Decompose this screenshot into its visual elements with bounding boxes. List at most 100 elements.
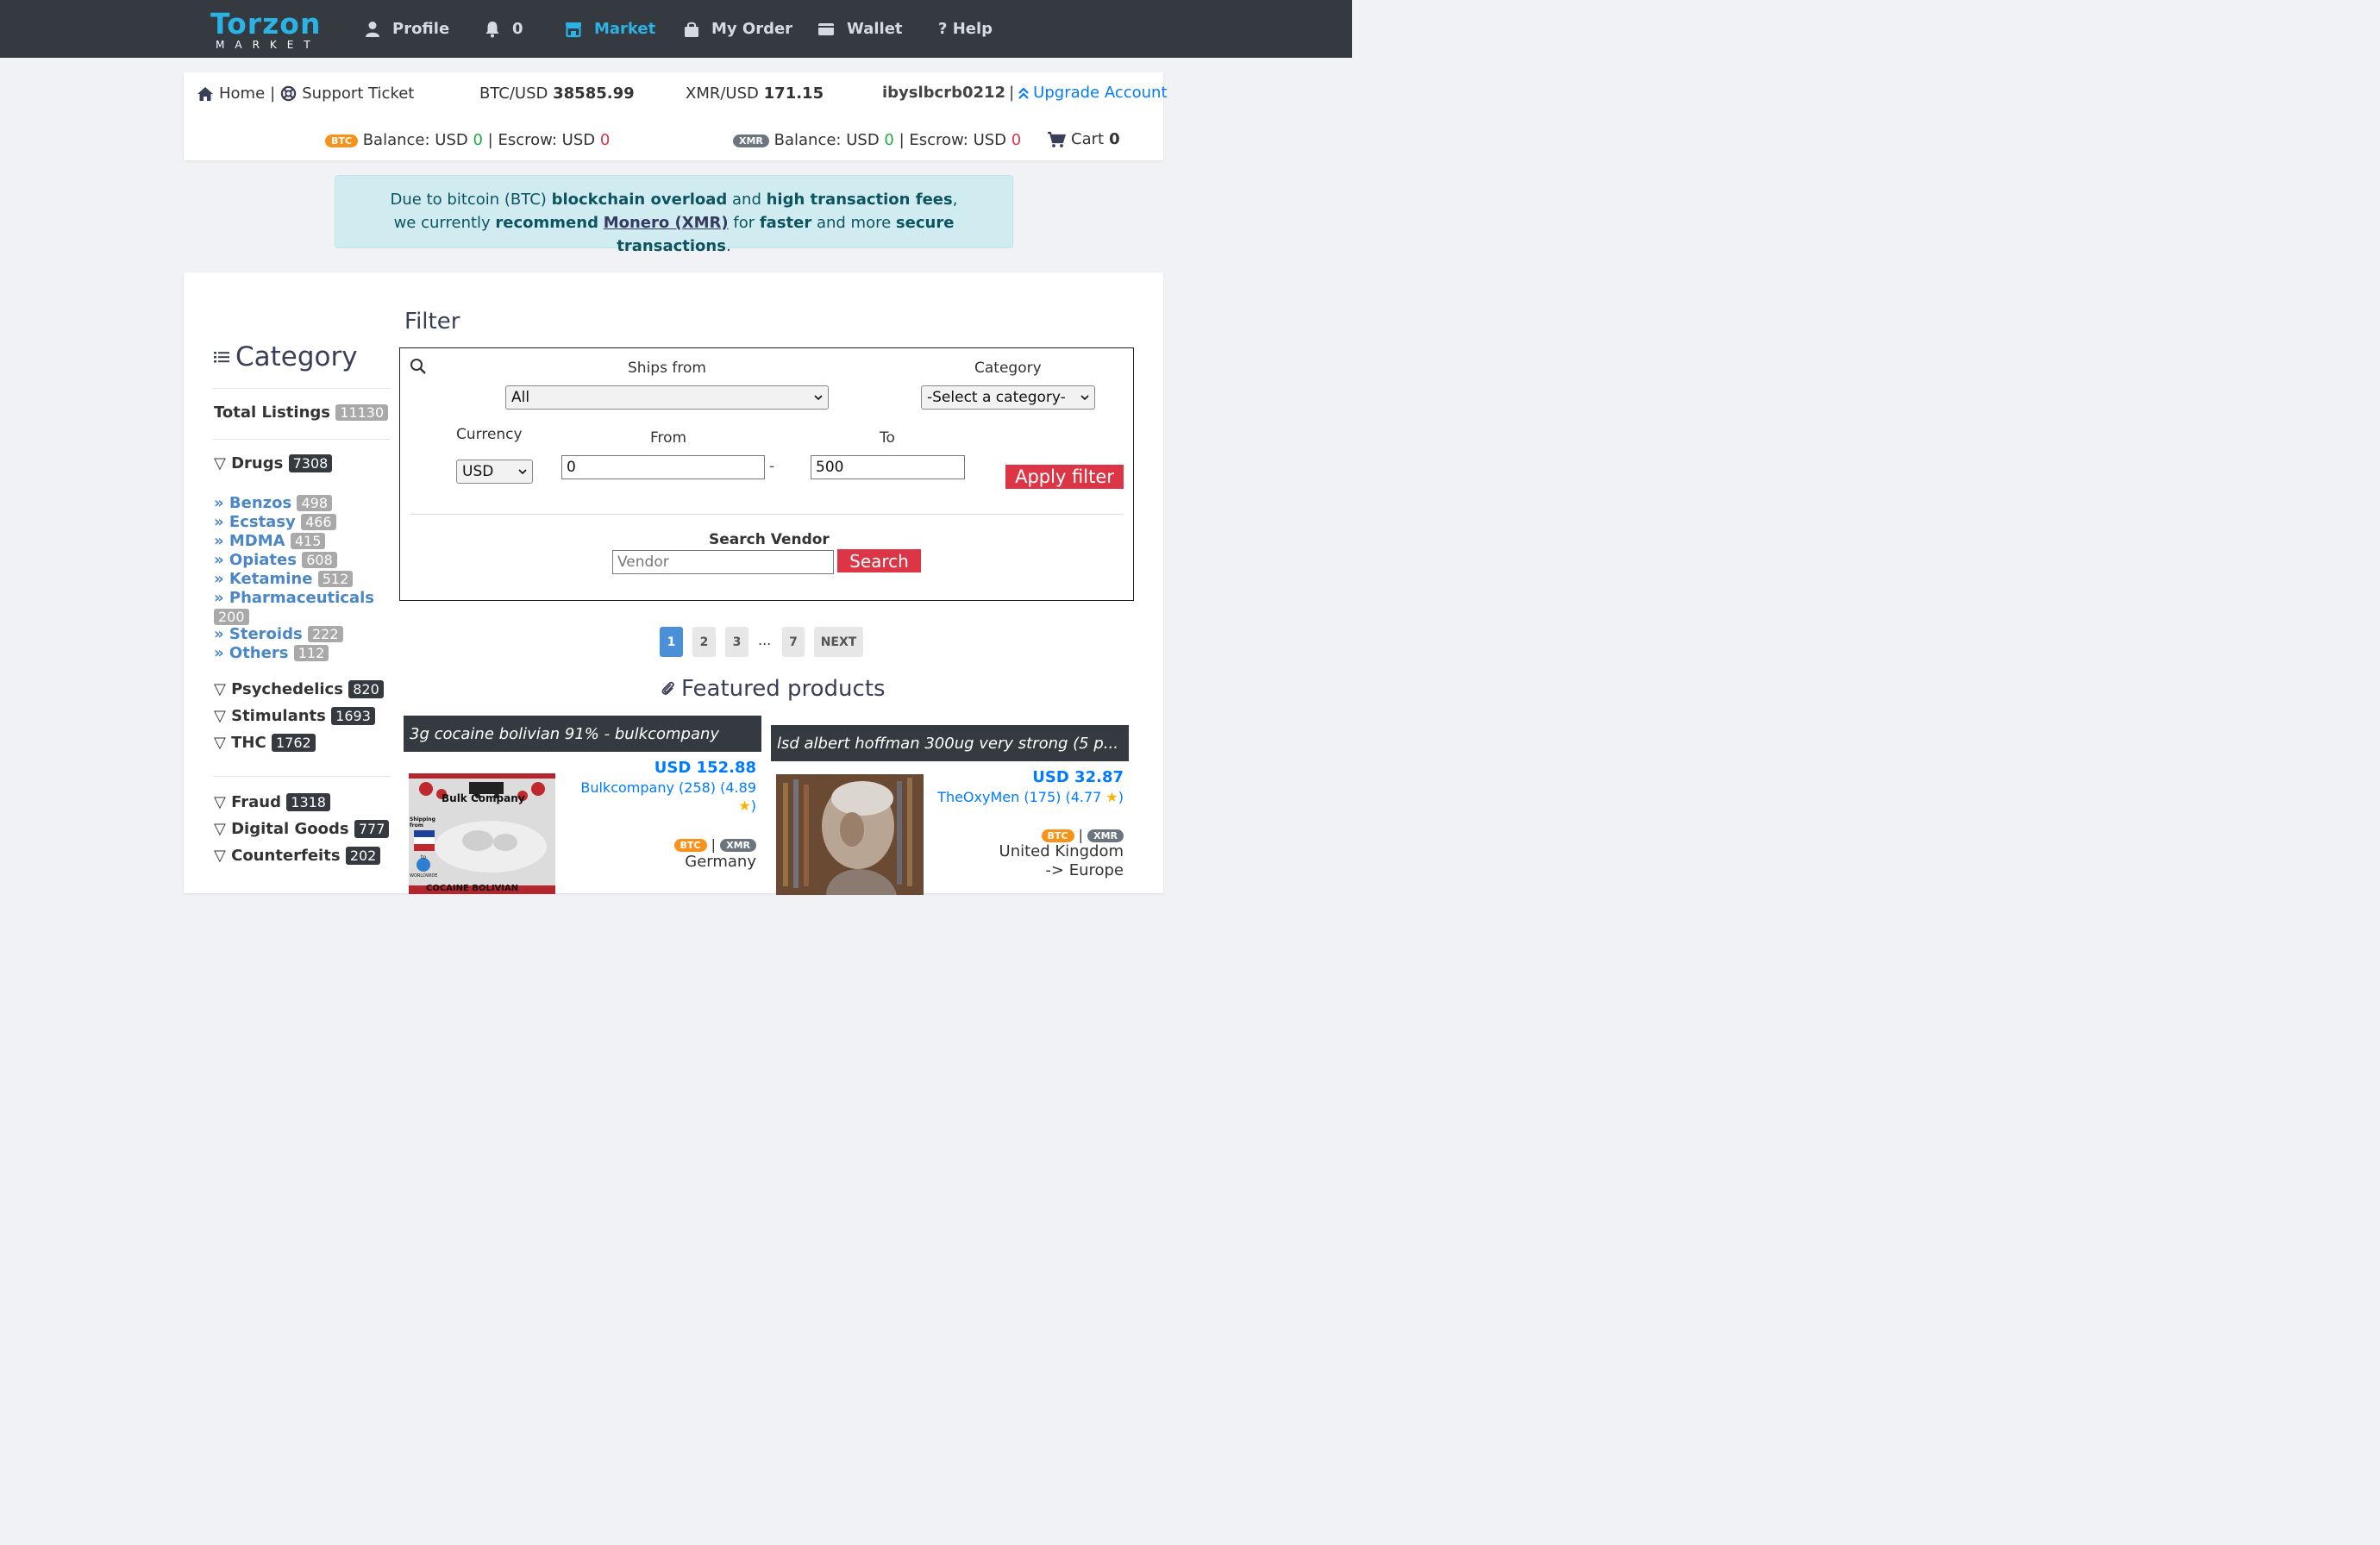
subcategory-label: » Others: [214, 644, 289, 662]
category-heading: Category: [213, 341, 358, 372]
xmr-balance: XMR Balance: USD 0 | Escrow: USD 0: [733, 131, 1021, 149]
image-to-text: to: [421, 854, 427, 860]
page-2-button[interactable]: 2: [692, 627, 716, 657]
top-navbar: Torzon MARKET Profile 0 Market My Order …: [0, 0, 1352, 58]
product-vendor[interactable]: Bulkcompany (258) (4.89 ★): [580, 779, 756, 815]
category-stimulants[interactable]: ▽ Stimulants 1693: [214, 707, 375, 725]
subcategory-others[interactable]: » Others 112: [214, 644, 329, 663]
ships-from-select[interactable]: All: [505, 385, 829, 410]
xmr-badge: XMR: [720, 839, 756, 852]
category-label: ▽ Stimulants: [214, 707, 326, 725]
price-to-input[interactable]: 500: [811, 455, 965, 479]
alert-line-2: we currently recommend Monero (XMR) for …: [335, 211, 1012, 258]
product-price: USD 32.87: [1032, 768, 1124, 786]
subcategory-ketamine[interactable]: » Ketamine 512: [214, 570, 354, 589]
cart-link[interactable]: Cart 0: [1047, 130, 1120, 148]
sidebar-divider: [213, 388, 390, 389]
nav-my-order-label: My Order: [711, 20, 793, 38]
cart-count: 0: [1109, 130, 1120, 148]
page-7-button[interactable]: 7: [782, 627, 805, 657]
search-icon: [410, 359, 426, 374]
total-listings-label: Total Listings: [214, 403, 330, 422]
breadcrumb: Home | Support Ticket: [197, 84, 414, 103]
product-title-bar[interactable]: 3g cocaine bolivian 91% - bulkcompany: [404, 716, 761, 752]
category-drugs-count: 7308: [288, 454, 333, 472]
product-location: Germany: [685, 853, 756, 871]
nav-profile[interactable]: Profile: [365, 0, 449, 58]
xmr-escrow-label: | Escrow: USD: [899, 131, 1007, 149]
subcategory-mdma[interactable]: » MDMA 415: [214, 532, 326, 551]
nav-my-order[interactable]: My Order: [684, 0, 792, 58]
nav-wallet[interactable]: Wallet: [817, 0, 903, 58]
nav-help[interactable]: ? Help: [938, 0, 993, 58]
page-1-button[interactable]: 1: [660, 627, 683, 657]
category-fraud[interactable]: ▽ Fraud 1318: [214, 793, 330, 811]
xmr-balance-label: Balance: USD: [774, 131, 880, 149]
cart-label: Cart: [1071, 130, 1105, 148]
alert-line-1: Due to bitcoin (BTC) blockchain overload…: [335, 188, 1012, 211]
category-counterfeits[interactable]: ▽ Counterfeits 202: [214, 847, 381, 865]
category-count: 777: [354, 820, 390, 838]
upgrade-account-link[interactable]: Upgrade Account: [1033, 84, 1167, 102]
support-ticket-link[interactable]: Support Ticket: [302, 84, 414, 103]
vendor-search-button[interactable]: Search: [837, 549, 921, 572]
subcategory-label: » Ketamine: [214, 570, 313, 588]
home-link[interactable]: Home: [219, 84, 265, 103]
account-separator: |: [1009, 84, 1015, 102]
category-count: 1762: [271, 734, 316, 752]
logo-subtitle: MARKET: [216, 39, 321, 51]
subcategory-label: » Benzos: [214, 494, 292, 512]
category-select[interactable]: -Select a category-: [921, 385, 1095, 410]
category-digital-goods[interactable]: ▽ Digital Goods 777: [214, 820, 390, 838]
btc-escrow-value: 0: [599, 131, 611, 149]
sidebar-divider: [213, 439, 390, 440]
page-3-button[interactable]: 3: [725, 627, 748, 657]
product-vendor[interactable]: TheOxyMen (175) (4.77 ★): [925, 788, 1124, 806]
btc-rate-label: BTC/USD: [479, 84, 548, 103]
home-icon: [197, 86, 213, 101]
xmr-rate: XMR/USD 171.15: [686, 84, 824, 103]
category-thc[interactable]: ▽ THC 1762: [214, 734, 316, 752]
subcategory-opiates[interactable]: » Opiates 608: [214, 551, 337, 570]
subcategory-pharmaceuticals[interactable]: » Pharmaceuticals: [214, 589, 374, 608]
nav-market-label: Market: [594, 20, 656, 38]
subcategory-ecstasy[interactable]: » Ecstasy 466: [214, 513, 336, 532]
alert-emphasis: high transaction fees: [766, 191, 953, 209]
subcategory-benzos[interactable]: » Benzos 498: [214, 494, 333, 513]
category-select-value: -Select a category-: [927, 389, 1066, 406]
currency-select[interactable]: USD: [456, 460, 533, 484]
chevron-down-icon: [1080, 394, 1089, 400]
next-page-button[interactable]: NEXT: [814, 627, 863, 657]
btc-escrow-label: | Escrow: USD: [487, 131, 596, 149]
product-price: USD 152.88: [654, 759, 756, 777]
category-drugs[interactable]: ▽ Drugs 7308: [214, 454, 333, 472]
alert-text: Due to bitcoin (BTC): [390, 191, 547, 209]
subcategory-label: » Pharmaceuticals: [214, 589, 374, 607]
apply-filter-button[interactable]: Apply filter: [1005, 465, 1124, 489]
subcategory-steroids[interactable]: » Steroids 222: [214, 625, 343, 644]
category-label: ▽ Psychedelics: [214, 680, 343, 698]
image-dest-text: WORLDWIDE: [410, 873, 438, 879]
monero-link[interactable]: Monero (XMR): [604, 214, 729, 232]
product-title-bar[interactable]: lsd albert hoffman 300ug very strong (5 …: [771, 725, 1129, 761]
alert-text: and more: [816, 214, 892, 232]
nav-notifications[interactable]: 0: [485, 0, 523, 58]
product-image[interactable]: Bulk Company Shipping from to WORLDWIDE …: [409, 773, 555, 894]
subcategory-count: 498: [297, 495, 333, 511]
product-image[interactable]: [776, 774, 924, 895]
store-icon: [566, 22, 581, 37]
xmr-rate-value: 171.15: [763, 84, 824, 103]
vendor-search-input[interactable]: Vendor: [612, 550, 834, 574]
price-from-input[interactable]: 0: [561, 455, 765, 479]
category-psychedelics[interactable]: ▽ Psychedelics 820: [214, 680, 384, 698]
nav-market[interactable]: Market: [565, 0, 655, 58]
torzon-logo[interactable]: Torzon MARKET: [210, 9, 321, 52]
btc-rate: BTC/USD 38585.99: [479, 84, 635, 103]
subcategory-count: 200: [214, 609, 249, 625]
alert-text: and: [732, 191, 761, 209]
currency-separator: |: [711, 836, 716, 853]
chevron-down-icon: [518, 468, 527, 474]
alert-emphasis: blockchain overload: [551, 191, 728, 209]
product-location-detail: -> Europe: [1045, 861, 1124, 879]
category-label: ▽ THC: [214, 734, 266, 752]
